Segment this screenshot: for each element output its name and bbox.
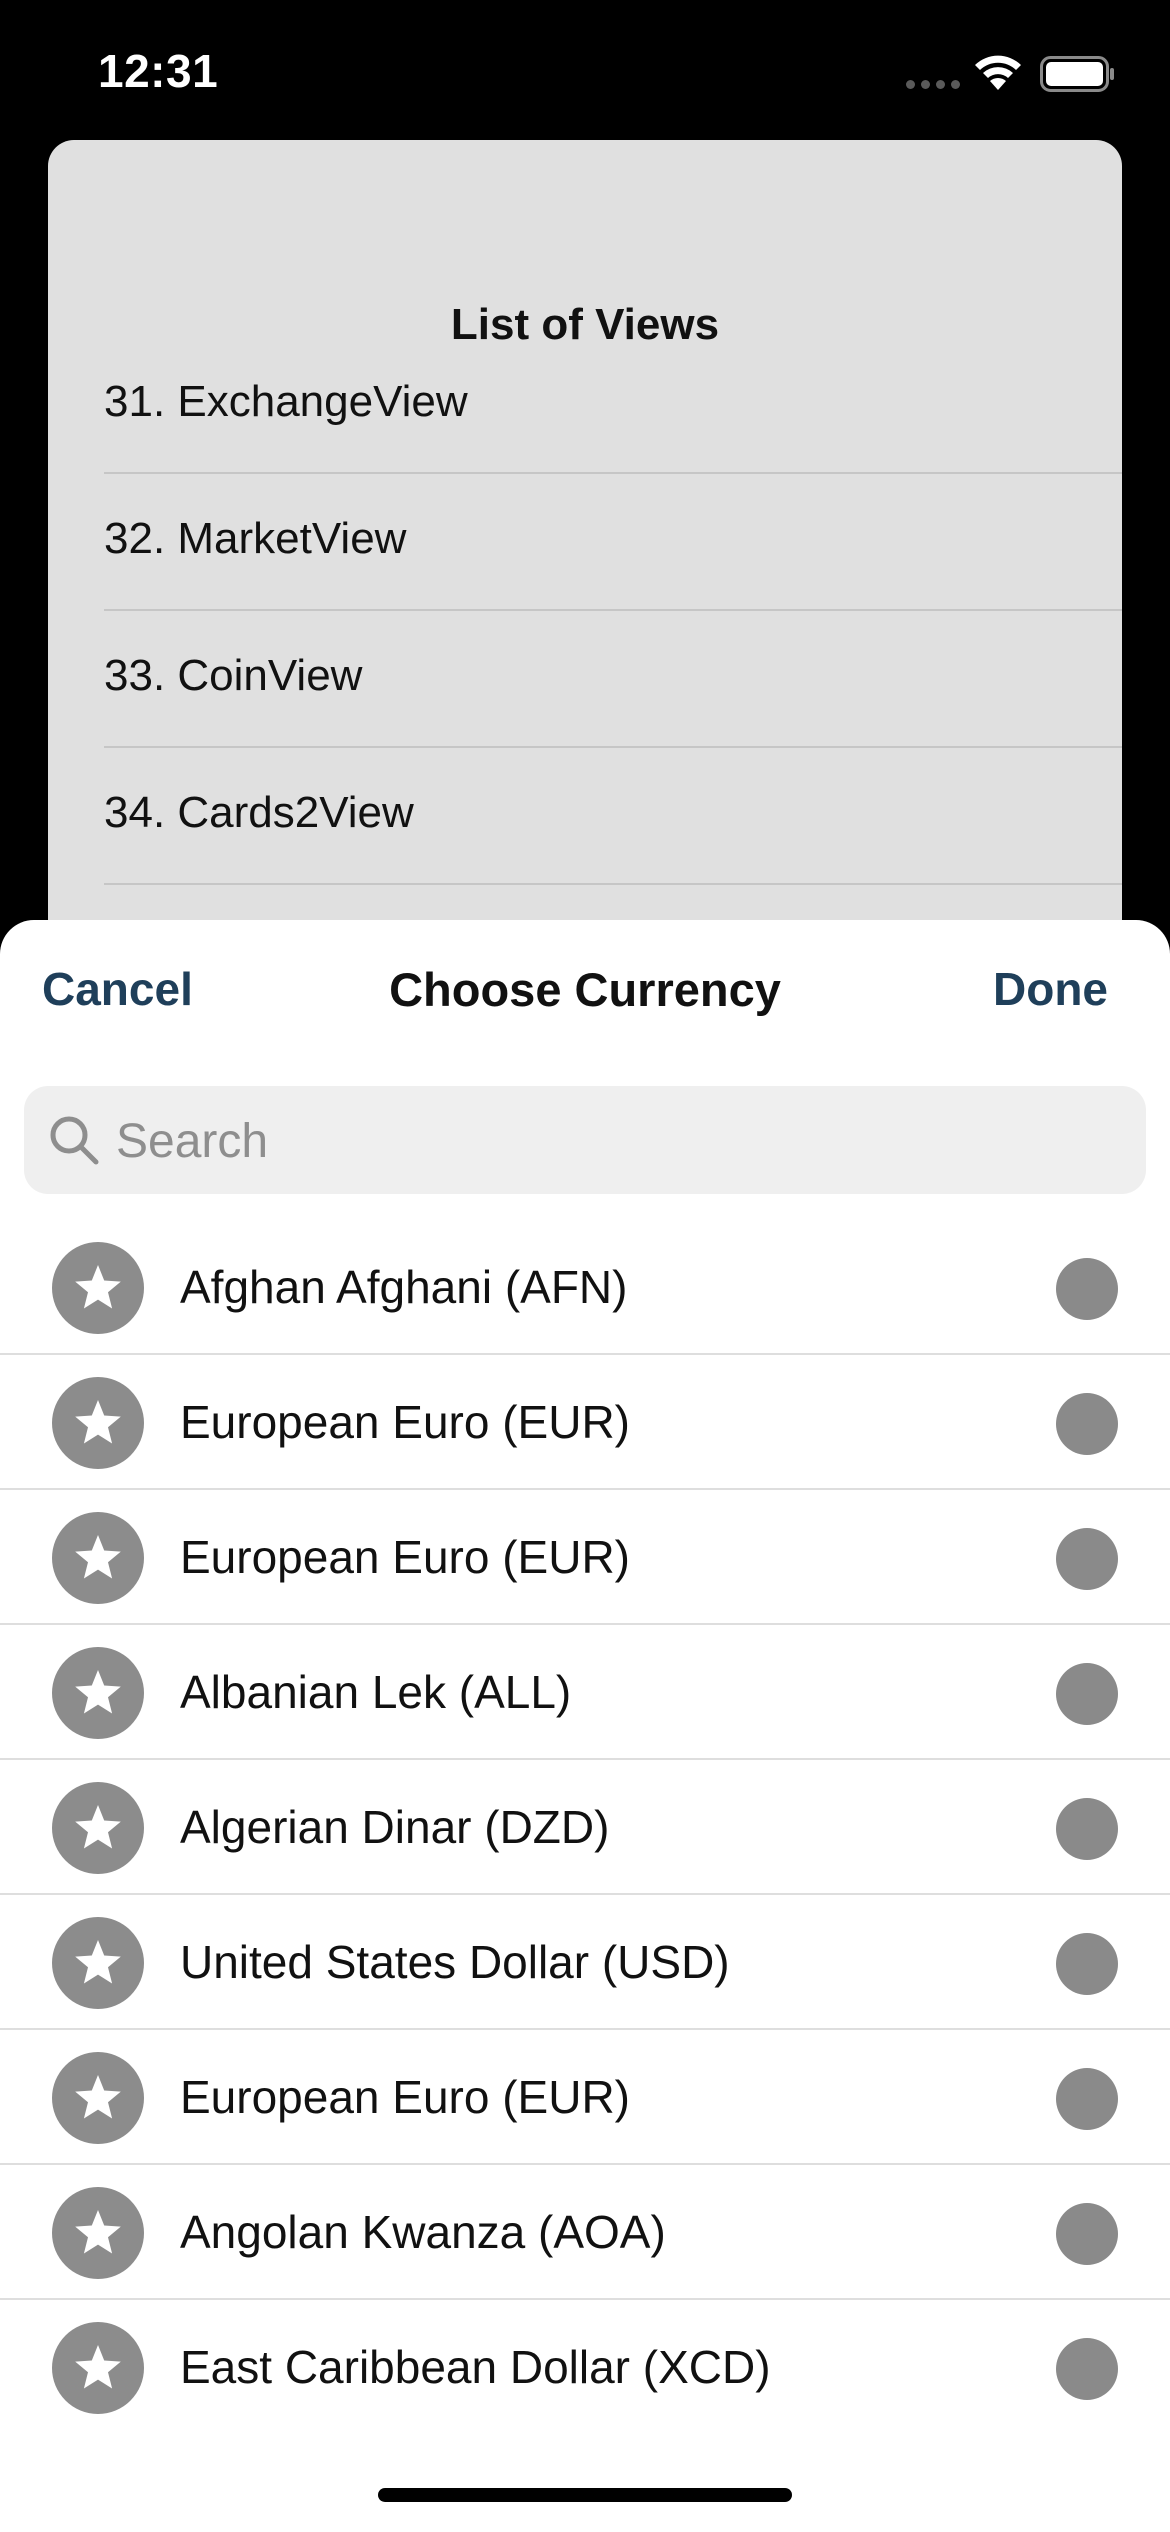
selection-radio[interactable] <box>1056 2068 1118 2130</box>
currency-row[interactable]: European Euro (EUR) <box>0 1490 1170 1625</box>
status-time: 12:31 <box>98 45 219 97</box>
star-icon[interactable] <box>52 2052 144 2144</box>
currency-name: East Caribbean Dollar (XCD) <box>180 2341 771 2393</box>
done-button[interactable]: Done <box>993 962 1108 1016</box>
search-input[interactable]: Search <box>24 1086 1146 1194</box>
currency-row[interactable]: United States Dollar (USD) <box>0 1895 1170 2030</box>
currency-name: Afghan Afghani (AFN) <box>180 1261 628 1313</box>
selection-radio[interactable] <box>1056 1798 1118 1860</box>
background-list-item[interactable]: 31. ExchangeView <box>104 337 1122 474</box>
selection-radio[interactable] <box>1056 1663 1118 1725</box>
star-icon[interactable] <box>52 2322 144 2414</box>
background-list-item[interactable]: 34. Cards2View <box>104 748 1122 885</box>
star-icon[interactable] <box>52 1512 144 1604</box>
currency-row[interactable]: Angolan Kwanza (AOA) <box>0 2165 1170 2300</box>
star-icon[interactable] <box>52 1782 144 1874</box>
currency-name: European Euro (EUR) <box>180 1396 630 1448</box>
currency-name: United States Dollar (USD) <box>180 1936 730 1988</box>
currency-row[interactable]: Albanian Lek (ALL) <box>0 1625 1170 1760</box>
currency-row[interactable]: East Caribbean Dollar (XCD) <box>0 2300 1170 2435</box>
star-icon[interactable] <box>52 1917 144 2009</box>
star-icon[interactable] <box>52 1242 144 1334</box>
star-icon[interactable] <box>52 2187 144 2279</box>
selection-radio[interactable] <box>1056 2338 1118 2400</box>
selection-radio[interactable] <box>1056 1258 1118 1320</box>
status-bar: 12:31 <box>0 0 1170 140</box>
selection-radio[interactable] <box>1056 1528 1118 1590</box>
currency-row[interactable]: European Euro (EUR) <box>0 1355 1170 1490</box>
search-icon <box>50 1116 99 1165</box>
divider <box>104 883 1122 885</box>
star-icon[interactable] <box>52 1377 144 1469</box>
currency-name: Angolan Kwanza (AOA) <box>180 2206 666 2258</box>
background-list-item-label: 32. MarketView <box>104 514 407 563</box>
currency-name: European Euro (EUR) <box>180 2071 630 2123</box>
background-list-item-label: 34. Cards2View <box>104 788 414 837</box>
currency-row[interactable]: Afghan Afghani (AFN) <box>0 1220 1170 1355</box>
background-list-item-label: 33. CoinView <box>104 651 363 700</box>
background-list-item-label: 31. ExchangeView <box>104 377 468 426</box>
selection-radio[interactable] <box>1056 1933 1118 1995</box>
battery-icon <box>1040 56 1114 92</box>
currency-list: Afghan Afghani (AFN) European Euro (EUR)… <box>0 1220 1170 2435</box>
selection-radio[interactable] <box>1056 2203 1118 2265</box>
selection-radio[interactable] <box>1056 1393 1118 1455</box>
star-icon[interactable] <box>52 1647 144 1739</box>
background-list-item[interactable]: 32. MarketView <box>104 474 1122 611</box>
wifi-icon <box>975 55 1021 90</box>
search-placeholder: Search <box>116 1115 269 1168</box>
currency-name: Albanian Lek (ALL) <box>180 1666 572 1718</box>
currency-row[interactable]: Algerian Dinar (DZD) <box>0 1760 1170 1895</box>
currency-row[interactable]: European Euro (EUR) <box>0 2030 1170 2165</box>
cellular-signal-icon <box>906 80 960 89</box>
currency-picker-sheet: Cancel Choose Currency Done Search Afgha… <box>0 920 1170 2532</box>
home-indicator[interactable] <box>378 2488 792 2502</box>
background-list-item[interactable]: 33. CoinView <box>104 611 1122 748</box>
currency-name: European Euro (EUR) <box>180 1531 630 1583</box>
currency-name: Algerian Dinar (DZD) <box>180 1801 610 1853</box>
